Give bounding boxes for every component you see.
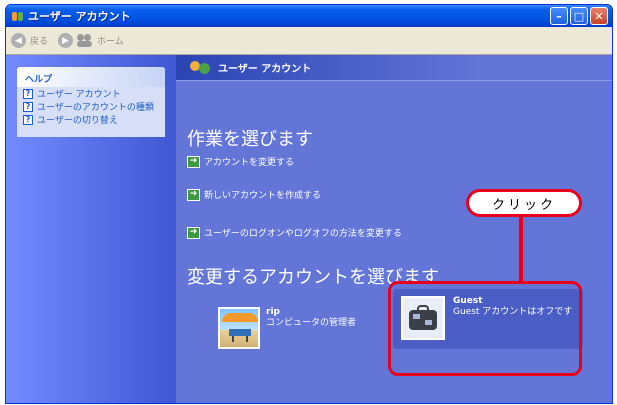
help-item-label[interactable]: ユーザーのアカウントの種類 <box>37 100 154 113</box>
green-arrow-icon: ➜ <box>187 188 200 201</box>
home-icon[interactable] <box>77 33 93 48</box>
account-description: コンピュータの管理者 <box>266 318 357 328</box>
minimize-icon: – <box>556 9 562 23</box>
help-item-account-types[interactable]: ? ユーザーのアカウントの種類 <box>17 100 165 113</box>
help-item-label[interactable]: ユーザー アカウント <box>37 87 121 100</box>
green-arrow-icon: ➜ <box>187 226 200 239</box>
beach-chair-avatar <box>218 307 260 349</box>
task-label[interactable]: ユーザーのログオンやログオフの方法を変更する <box>204 226 402 239</box>
task-label[interactable]: アカウントを変更する <box>204 155 294 168</box>
maximize-icon: □ <box>573 9 585 23</box>
task-change-account[interactable]: ➜ アカウントを変更する <box>187 155 294 168</box>
help-question-icon: ? <box>23 114 33 125</box>
title-bar[interactable]: ユーザー アカウント – □ ✕ <box>6 5 612 27</box>
back-button-label[interactable]: 戻る <box>30 34 48 47</box>
navigation-toolbar: ◀ 戻る ▶ ホーム <box>6 27 612 55</box>
forward-arrow-icon[interactable]: ▶ <box>58 33 74 48</box>
help-item-switch-users[interactable]: ? ユーザーの切り替え <box>17 113 165 126</box>
users-icon <box>190 60 212 76</box>
maximize-button[interactable]: □ <box>570 7 588 25</box>
minimize-button[interactable]: – <box>550 7 568 25</box>
side-panel: ヘルプ ? ユーザー アカウント ? ユーザーのアカウントの種類 ? ユーザーの… <box>6 55 176 403</box>
task-heading: 作業を選びます <box>187 129 313 150</box>
green-arrow-icon: ➜ <box>187 155 200 168</box>
callout-connector <box>519 211 523 283</box>
click-highlight-frame <box>388 281 582 376</box>
help-title: ヘルプ <box>17 67 165 87</box>
home-button-label[interactable]: ホーム <box>97 34 124 47</box>
help-item-label[interactable]: ユーザーの切り替え <box>37 113 118 126</box>
help-box: ヘルプ ? ユーザー アカウント ? ユーザーのアカウントの種類 ? ユーザーの… <box>17 67 165 137</box>
window-title: ユーザー アカウント <box>28 10 131 23</box>
click-callout: クリック <box>466 189 582 217</box>
back-arrow-icon[interactable]: ◀ <box>11 33 26 48</box>
close-icon: ✕ <box>594 9 604 23</box>
help-question-icon: ? <box>23 101 33 112</box>
task-label[interactable]: 新しいアカウントを作成する <box>204 188 321 201</box>
user-accounts-icon <box>12 10 24 22</box>
help-item-user-accounts[interactable]: ? ユーザー アカウント <box>17 87 165 100</box>
main-header-title: ユーザー アカウント <box>218 64 312 75</box>
main-header: ユーザー アカウント <box>176 55 612 81</box>
task-change-logon[interactable]: ➜ ユーザーのログオンやログオフの方法を変更する <box>187 226 402 239</box>
account-name: rip <box>266 307 280 317</box>
account-rip[interactable]: rip コンピュータの管理者 <box>218 307 356 349</box>
task-create-account[interactable]: ➜ 新しいアカウントを作成する <box>187 188 321 201</box>
help-question-icon: ? <box>23 88 33 99</box>
close-button[interactable]: ✕ <box>590 7 608 25</box>
